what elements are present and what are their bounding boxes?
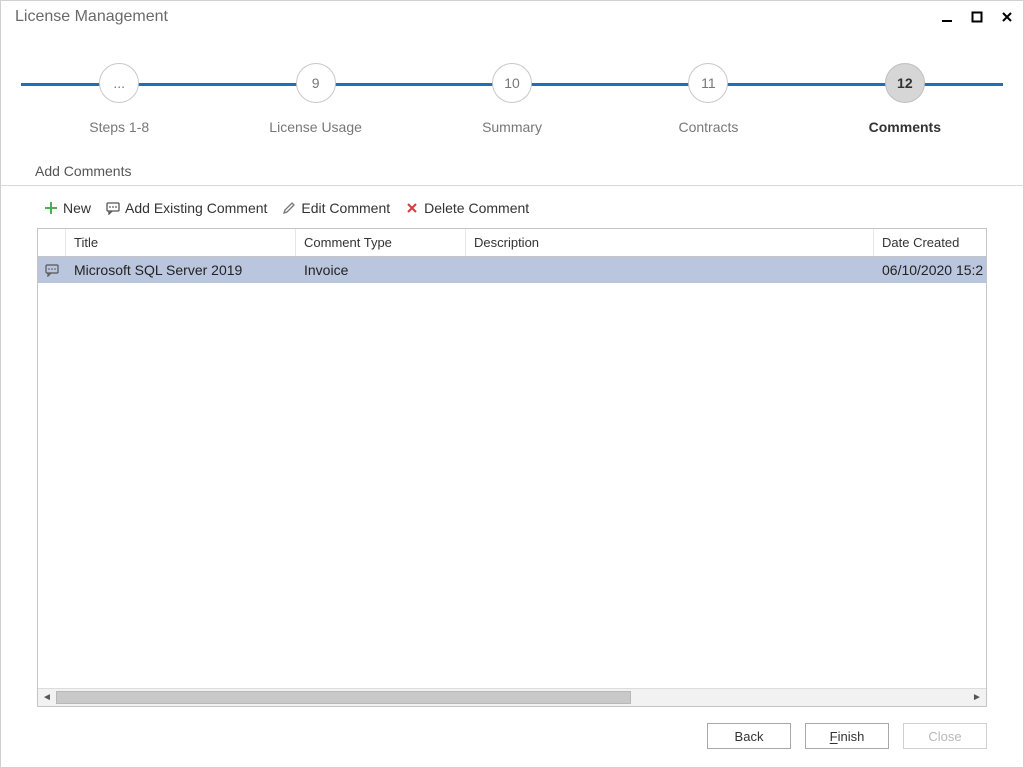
- add-existing-comment-button[interactable]: Add Existing Comment: [105, 200, 267, 216]
- scroll-thumb[interactable]: [56, 691, 631, 704]
- grid-header-comment-type[interactable]: Comment Type: [296, 229, 466, 256]
- comments-grid: Title Comment Type Description Date Crea…: [37, 228, 987, 707]
- close-window-button[interactable]: [997, 7, 1017, 27]
- grid-header-date-created[interactable]: Date Created: [874, 229, 986, 256]
- wizard-stepper: ... Steps 1-8 9 License Usage 10 Summary…: [1, 33, 1023, 163]
- step-label: Steps 1-8: [89, 119, 149, 135]
- minimize-button[interactable]: [937, 7, 957, 27]
- maximize-icon: [971, 11, 983, 23]
- close-button: Close: [903, 723, 987, 749]
- step-badge: ...: [99, 63, 139, 103]
- step-comments[interactable]: 12 Comments: [807, 63, 1003, 135]
- pencil-icon: [281, 200, 297, 216]
- step-summary[interactable]: 10 Summary: [414, 63, 610, 135]
- finish-button[interactable]: Finish: [805, 723, 889, 749]
- grid-header-icon[interactable]: [38, 229, 66, 256]
- delete-comment-label: Delete Comment: [424, 200, 529, 216]
- grid-header-row: Title Comment Type Description Date Crea…: [38, 229, 986, 257]
- maximize-button[interactable]: [967, 7, 987, 27]
- step-badge: 11: [688, 63, 728, 103]
- step-label: Contracts: [678, 119, 738, 135]
- step-badge: 12: [885, 63, 925, 103]
- step-badge: 10: [492, 63, 532, 103]
- new-comment-label: New: [63, 200, 91, 216]
- new-comment-button[interactable]: New: [43, 200, 91, 216]
- stepper-row: ... Steps 1-8 9 License Usage 10 Summary…: [21, 63, 1003, 135]
- edit-comment-label: Edit Comment: [301, 200, 390, 216]
- delete-comment-button[interactable]: Delete Comment: [404, 200, 529, 216]
- step-label: Comments: [869, 119, 941, 135]
- close-button-label: Close: [928, 729, 961, 744]
- grid-horizontal-scrollbar[interactable]: ◄ ►: [38, 688, 986, 706]
- row-description: [466, 266, 874, 274]
- table-row[interactable]: Microsoft SQL Server 2019 Invoice 06/10/…: [38, 257, 986, 283]
- back-button-label: Back: [735, 729, 764, 744]
- row-title: Microsoft SQL Server 2019: [66, 258, 296, 282]
- section-divider: [1, 185, 1023, 186]
- grid-header-description[interactable]: Description: [466, 229, 874, 256]
- window-controls: [937, 7, 1017, 27]
- step-license-usage[interactable]: 9 License Usage: [217, 63, 413, 135]
- step-badge: 9: [296, 63, 336, 103]
- step-contracts[interactable]: 11 Contracts: [610, 63, 806, 135]
- wizard-footer: Back Finish Close: [1, 719, 1023, 767]
- add-existing-comment-label: Add Existing Comment: [125, 200, 267, 216]
- scroll-track[interactable]: [56, 691, 968, 704]
- close-icon: [1001, 11, 1013, 23]
- scroll-right-button[interactable]: ►: [968, 689, 986, 706]
- back-button[interactable]: Back: [707, 723, 791, 749]
- license-management-window: License Management ... Steps 1-8 9 Licen…: [0, 0, 1024, 768]
- comments-toolbar: New Add Existing Comment Edit Comment De…: [1, 196, 1023, 228]
- section-heading: Add Comments: [1, 163, 1023, 185]
- row-date-created: 06/10/2020 15:2: [874, 258, 986, 282]
- grid-header-title[interactable]: Title: [66, 229, 296, 256]
- delete-x-icon: [404, 200, 420, 216]
- plus-icon: [43, 200, 59, 216]
- minimize-icon: [941, 11, 953, 23]
- step-label: License Usage: [269, 119, 362, 135]
- comment-icon: [45, 263, 59, 277]
- step-1-8[interactable]: ... Steps 1-8: [21, 63, 217, 135]
- scroll-left-button[interactable]: ◄: [38, 689, 56, 706]
- titlebar: License Management: [1, 1, 1023, 33]
- row-comment-type: Invoice: [296, 258, 466, 282]
- row-type-icon: [38, 263, 66, 277]
- finish-button-label: Finish: [830, 729, 865, 744]
- comment-icon: [105, 200, 121, 216]
- edit-comment-button[interactable]: Edit Comment: [281, 200, 390, 216]
- grid-body: Microsoft SQL Server 2019 Invoice 06/10/…: [38, 257, 986, 688]
- window-title: License Management: [15, 8, 937, 26]
- step-label: Summary: [482, 119, 542, 135]
